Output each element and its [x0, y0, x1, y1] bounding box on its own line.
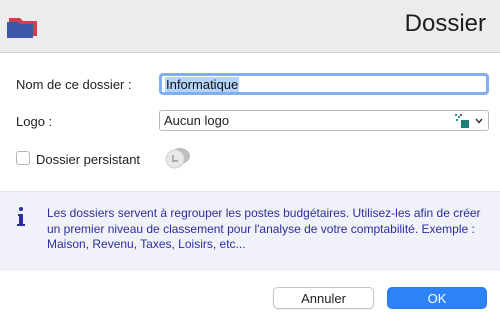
logo-select[interactable]: Aucun logo [159, 110, 489, 131]
info-icon [17, 207, 25, 226]
persistent-label: Dossier persistant [36, 152, 141, 167]
logo-select-value: Aucun logo [164, 113, 230, 128]
folder-name-value: Informatique [165, 76, 240, 92]
cancel-button[interactable]: Annuler [273, 287, 374, 309]
folder-name-label: Nom de ce dossier : [16, 77, 132, 92]
info-panel: Les dossiers servent à regrouper les pos… [0, 191, 500, 270]
persistent-checkbox[interactable] [16, 151, 30, 165]
toggle-icon[interactable] [164, 147, 192, 169]
chevron-down-icon [475, 118, 483, 124]
info-text: Les dossiers servent à regrouper les pos… [47, 206, 481, 252]
logo-label: Logo : [16, 114, 53, 129]
folder-icon [7, 18, 37, 38]
logo-placeholder-icon [455, 114, 469, 128]
ok-button[interactable]: OK [387, 287, 487, 309]
dialog-title: Dossier [404, 10, 486, 37]
dialog-header: Dossier [0, 0, 500, 53]
folder-name-input[interactable]: Informatique [159, 73, 489, 95]
